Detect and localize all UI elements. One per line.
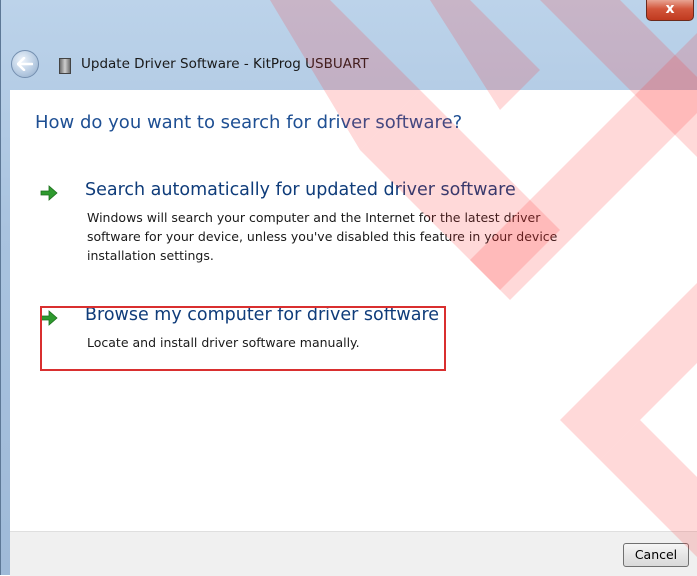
option-title: Search automatically for updated driver … xyxy=(85,180,516,200)
back-button[interactable] xyxy=(11,50,39,78)
window-title: Update Driver Software - KitProg USBUART xyxy=(81,56,369,72)
selection-highlight xyxy=(40,306,446,371)
dialog-footer: Cancel xyxy=(10,531,697,576)
title-bar: Update Driver Software - KitProg USBUART xyxy=(1,40,697,90)
close-button[interactable]: x xyxy=(646,0,694,21)
usb-device-icon xyxy=(59,58,71,74)
back-arrow-icon xyxy=(17,57,33,71)
cancel-button[interactable]: Cancel xyxy=(623,543,689,567)
page-heading: How do you want to search for driver sof… xyxy=(35,112,463,133)
option-description: Windows will search your computer and th… xyxy=(87,210,558,263)
green-arrow-icon xyxy=(40,185,58,201)
